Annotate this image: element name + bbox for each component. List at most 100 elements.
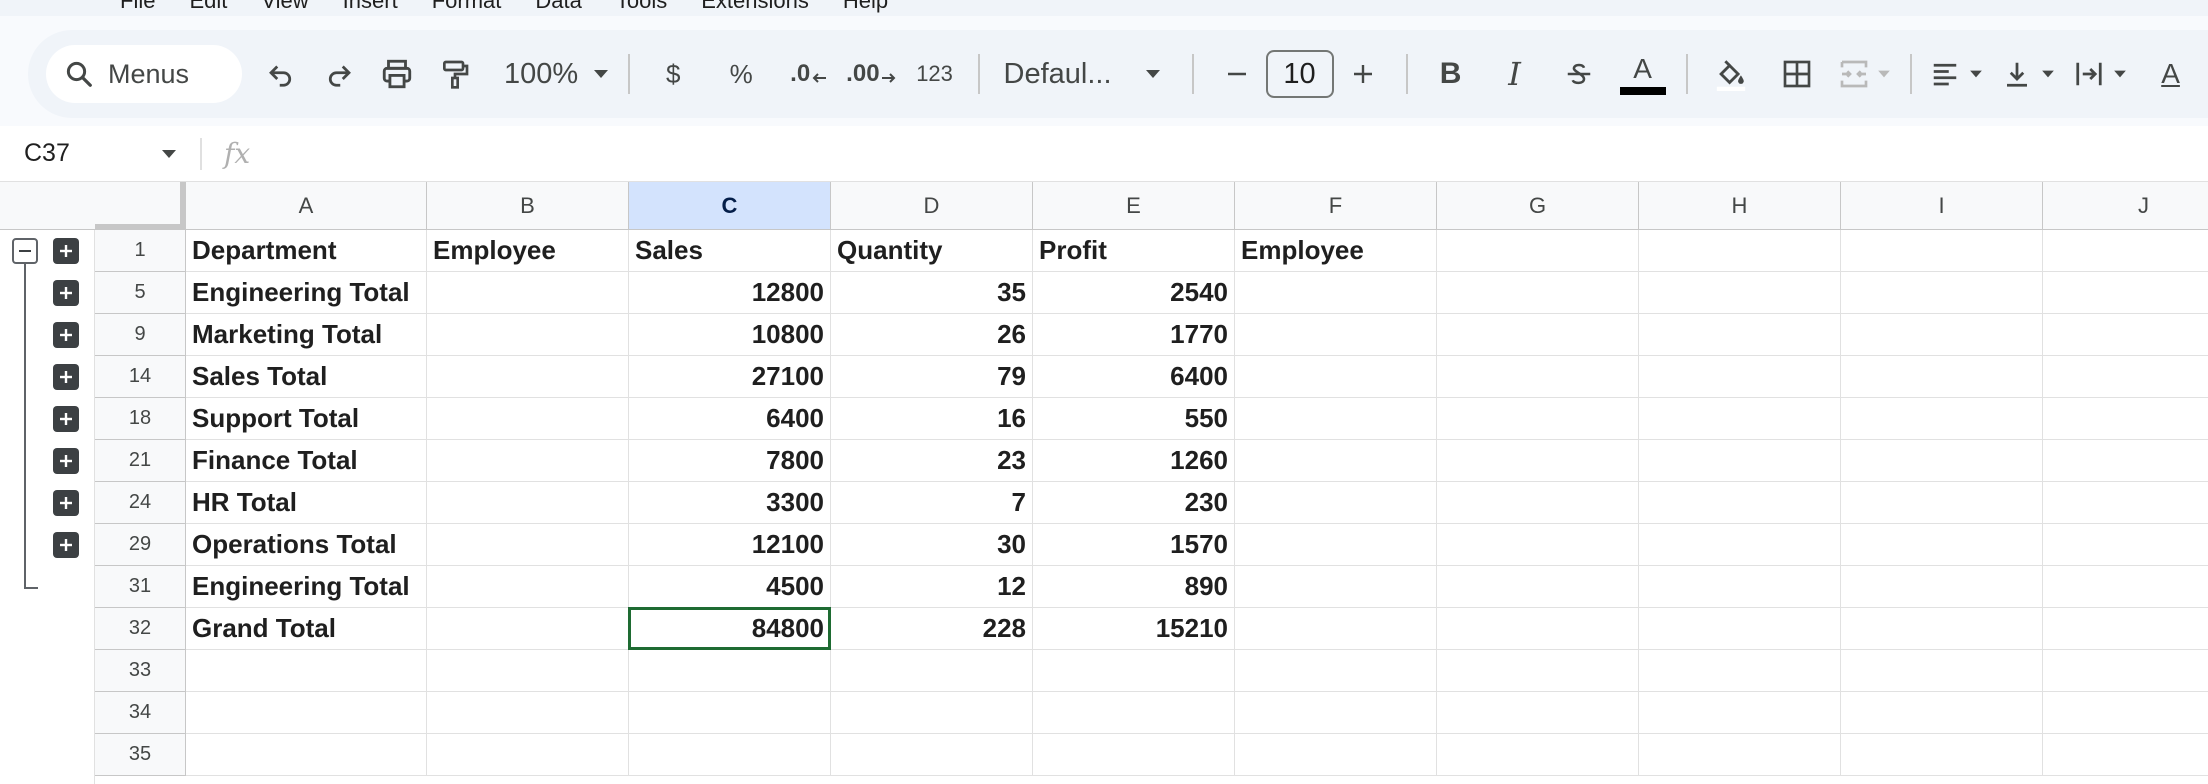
row-header[interactable]: 34 — [95, 692, 186, 734]
decrease-decimal-button[interactable]: .0 — [784, 47, 834, 101]
menu-item-file[interactable]: File — [120, 0, 155, 14]
cell-i31[interactable] — [1841, 566, 2043, 608]
cell-c9[interactable]: 10800 — [629, 314, 831, 356]
cell-f1[interactable]: Employee — [1235, 230, 1437, 272]
cell-f9[interactable] — [1235, 314, 1437, 356]
select-all-corner[interactable] — [95, 182, 186, 230]
cell-h9[interactable] — [1639, 314, 1841, 356]
cell-a34[interactable] — [186, 692, 427, 734]
menu-item-extensions[interactable]: Extensions — [701, 0, 809, 14]
cell-j34[interactable] — [2043, 692, 2208, 734]
cell-f33[interactable] — [1235, 650, 1437, 692]
cell-j21[interactable] — [2043, 440, 2208, 482]
cell-h32[interactable] — [1639, 608, 1841, 650]
cell-f14[interactable] — [1235, 356, 1437, 398]
cell-h14[interactable] — [1639, 356, 1841, 398]
cell-b9[interactable] — [427, 314, 629, 356]
cell-g9[interactable] — [1437, 314, 1639, 356]
cell-a33[interactable] — [186, 650, 427, 692]
cell-g34[interactable] — [1437, 692, 1639, 734]
expand-group-button[interactable] — [53, 490, 79, 516]
cell-e31[interactable]: 890 — [1033, 566, 1235, 608]
borders-button[interactable] — [1772, 47, 1822, 101]
currency-format-button[interactable]: $ — [648, 47, 698, 101]
cell-e18[interactable]: 550 — [1033, 398, 1235, 440]
cell-g33[interactable] — [1437, 650, 1639, 692]
cell-d24[interactable]: 7 — [831, 482, 1033, 524]
menu-item-edit[interactable]: Edit — [189, 0, 227, 14]
cell-d18[interactable]: 16 — [831, 398, 1033, 440]
undo-button[interactable] — [256, 47, 306, 101]
expand-group-button[interactable] — [53, 448, 79, 474]
cell-d14[interactable]: 79 — [831, 356, 1033, 398]
cell-g29[interactable] — [1437, 524, 1639, 566]
cell-h33[interactable] — [1639, 650, 1841, 692]
column-header-i[interactable]: I — [1841, 182, 2043, 230]
cell-d33[interactable] — [831, 650, 1033, 692]
cell-i33[interactable] — [1841, 650, 2043, 692]
cell-i34[interactable] — [1841, 692, 2043, 734]
menu-item-insert[interactable]: Insert — [343, 0, 398, 14]
cell-f5[interactable] — [1235, 272, 1437, 314]
cell-e24[interactable]: 230 — [1033, 482, 1235, 524]
cell-d9[interactable]: 26 — [831, 314, 1033, 356]
cell-c34[interactable] — [629, 692, 831, 734]
decrease-font-size-button[interactable] — [1212, 47, 1262, 101]
cell-f21[interactable] — [1235, 440, 1437, 482]
cell-d5[interactable]: 35 — [831, 272, 1033, 314]
cell-e5[interactable]: 2540 — [1033, 272, 1235, 314]
cell-e1[interactable]: Profit — [1033, 230, 1235, 272]
cell-h21[interactable] — [1639, 440, 1841, 482]
cell-a5[interactable]: Engineering Total — [186, 272, 427, 314]
cell-e9[interactable]: 1770 — [1033, 314, 1235, 356]
cell-b33[interactable] — [427, 650, 629, 692]
expand-group-button[interactable] — [53, 406, 79, 432]
cell-h35[interactable] — [1639, 734, 1841, 776]
cell-g24[interactable] — [1437, 482, 1639, 524]
cell-g1[interactable] — [1437, 230, 1639, 272]
cell-c14[interactable]: 27100 — [629, 356, 831, 398]
cell-e21[interactable]: 1260 — [1033, 440, 1235, 482]
column-header-e[interactable]: E — [1033, 182, 1235, 230]
cell-j5[interactable] — [2043, 272, 2208, 314]
menu-item-data[interactable]: Data — [535, 0, 581, 14]
cell-c31[interactable]: 4500 — [629, 566, 831, 608]
column-header-c[interactable]: C — [629, 182, 831, 230]
cell-b29[interactable] — [427, 524, 629, 566]
cell-a14[interactable]: Sales Total — [186, 356, 427, 398]
cell-c21[interactable]: 7800 — [629, 440, 831, 482]
expand-group-button[interactable] — [53, 238, 79, 264]
cell-a31[interactable]: Engineering Total — [186, 566, 427, 608]
cell-c5[interactable]: 12800 — [629, 272, 831, 314]
cell-b14[interactable] — [427, 356, 629, 398]
increase-font-size-button[interactable] — [1338, 47, 1388, 101]
text-rotation-button[interactable]: A — [2146, 47, 2196, 101]
cell-j18[interactable] — [2043, 398, 2208, 440]
text-color-button[interactable]: A — [1618, 47, 1668, 101]
expand-group-button[interactable] — [53, 532, 79, 558]
print-button[interactable] — [372, 47, 422, 101]
cell-h18[interactable] — [1639, 398, 1841, 440]
column-header-h[interactable]: H — [1639, 182, 1841, 230]
cell-g31[interactable] — [1437, 566, 1639, 608]
cell-i9[interactable] — [1841, 314, 2043, 356]
font-family-select[interactable]: Defaul... — [998, 47, 1168, 101]
increase-decimal-button[interactable]: .00 — [846, 47, 897, 101]
cell-b31[interactable] — [427, 566, 629, 608]
cell-a35[interactable] — [186, 734, 427, 776]
cell-g35[interactable] — [1437, 734, 1639, 776]
cell-e29[interactable]: 1570 — [1033, 524, 1235, 566]
row-header[interactable]: 21 — [95, 440, 186, 482]
cell-h31[interactable] — [1639, 566, 1841, 608]
cell-i29[interactable] — [1841, 524, 2043, 566]
font-size-input[interactable]: 10 — [1265, 50, 1334, 98]
collapse-group-button[interactable] — [12, 238, 38, 264]
cell-a24[interactable]: HR Total — [186, 482, 427, 524]
cell-e32[interactable]: 15210 — [1033, 608, 1235, 650]
cell-f32[interactable] — [1235, 608, 1437, 650]
cell-i14[interactable] — [1841, 356, 2043, 398]
cell-i5[interactable] — [1841, 272, 2043, 314]
merge-cells-button[interactable] — [1838, 47, 1892, 101]
cell-a32[interactable]: Grand Total — [186, 608, 427, 650]
column-header-a[interactable]: A — [186, 182, 427, 230]
